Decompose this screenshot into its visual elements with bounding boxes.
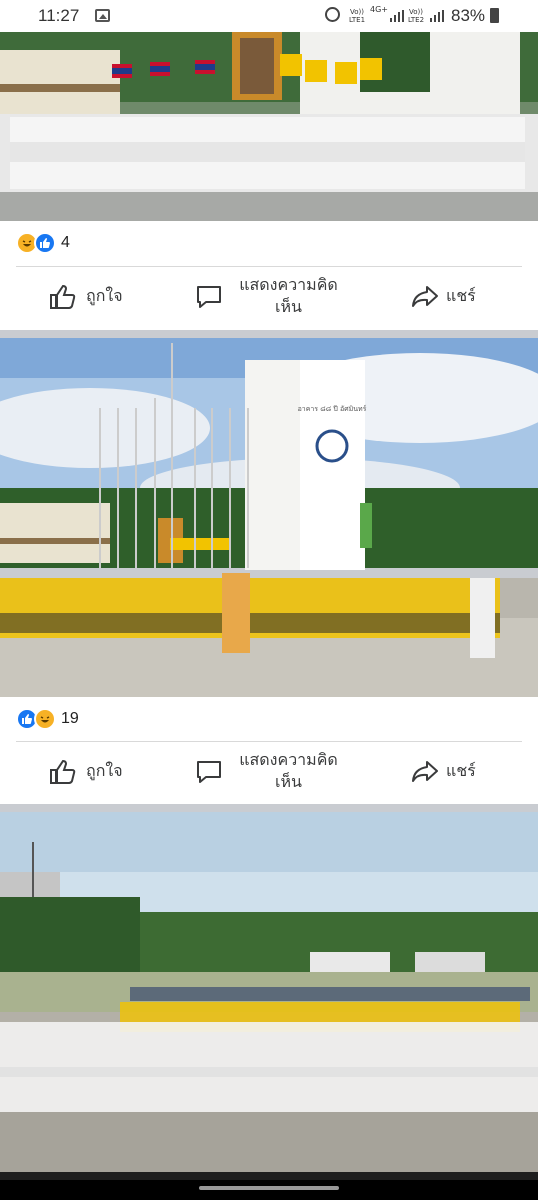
- comment-button[interactable]: แสดงความคิดเห็น: [195, 275, 346, 319]
- divider: [16, 741, 522, 742]
- post-separator: [0, 1172, 538, 1180]
- comment-label: แสดงความคิดเห็น: [239, 752, 338, 791]
- thumbs-up-icon: [50, 759, 76, 784]
- post-1-photo[interactable]: [0, 32, 538, 221]
- share-label: แชร์: [446, 288, 476, 305]
- battery-icon: [490, 8, 499, 23]
- post-1-footer: 4 ถูกใจ แสดงความคิดเห็น แชร์: [0, 221, 538, 330]
- share-label: แชร์: [446, 763, 476, 780]
- share-button[interactable]: แชร์: [410, 759, 476, 785]
- reaction-count: 19: [61, 710, 79, 727]
- network-type: 4G+: [370, 5, 388, 14]
- home-gesture-handle[interactable]: [199, 1186, 339, 1190]
- like-label: ถูกใจ: [86, 763, 123, 780]
- post-2-reactions[interactable]: 19: [16, 708, 79, 730]
- sim1-label: Vo)) LTE1: [346, 8, 368, 24]
- sim2-label: Vo)) LTE2: [405, 8, 427, 24]
- comment-label: แสดงความคิดเห็น: [239, 277, 338, 316]
- field-assembly-photo: [0, 812, 538, 1172]
- like-button[interactable]: ถูกใจ: [48, 758, 123, 786]
- like-button[interactable]: ถูกใจ: [48, 283, 123, 311]
- reaction-count: 4: [61, 234, 70, 251]
- building-sign-text: อาคาร ๘๘ ปี อัศมินทร์: [298, 405, 367, 413]
- comment-button[interactable]: แสดงความคิดเห็น: [195, 750, 346, 794]
- signal-sim1-icon: [390, 10, 404, 22]
- sim1-text: Vo)) LTE1: [348, 8, 366, 24]
- share-icon: [412, 761, 438, 782]
- battery-percentage: 83%: [451, 6, 486, 25]
- like-label: ถูกใจ: [86, 288, 123, 305]
- comment-icon: [197, 286, 221, 308]
- signal-sim2-icon: [430, 10, 444, 22]
- post-2-footer: 19 ถูกใจ แสดงความคิดเห็น แชร์: [0, 697, 538, 804]
- haha-icon: [34, 708, 56, 730]
- sim2-text: Vo)) LTE2: [407, 8, 425, 24]
- post-separator: [0, 804, 538, 812]
- ceremony-photo-yellow-shirts: อาคาร ๘๘ ปี อัศมินทร์: [0, 338, 538, 697]
- clock: 11:27: [38, 6, 80, 25]
- post-1-reactions[interactable]: 4: [16, 232, 70, 254]
- divider: [16, 266, 522, 267]
- navigation-bar: [0, 1180, 538, 1200]
- gallery-notification-icon: [95, 9, 110, 22]
- post-separator: [0, 330, 538, 338]
- alarm-icon: [325, 7, 340, 22]
- like-icon: [34, 232, 56, 254]
- share-button[interactable]: แชร์: [410, 284, 476, 310]
- comment-icon: [197, 761, 221, 783]
- post-3-photo[interactable]: [0, 812, 538, 1172]
- group-photo-officers: [0, 32, 538, 221]
- share-icon: [412, 286, 438, 307]
- post-2-photo[interactable]: อาคาร ๘๘ ปี อัศมินทร์: [0, 338, 538, 697]
- thumbs-up-icon: [50, 284, 76, 309]
- status-bar: 11:27 Vo)) LTE1 4G+ Vo)) LTE2 83%: [0, 0, 538, 32]
